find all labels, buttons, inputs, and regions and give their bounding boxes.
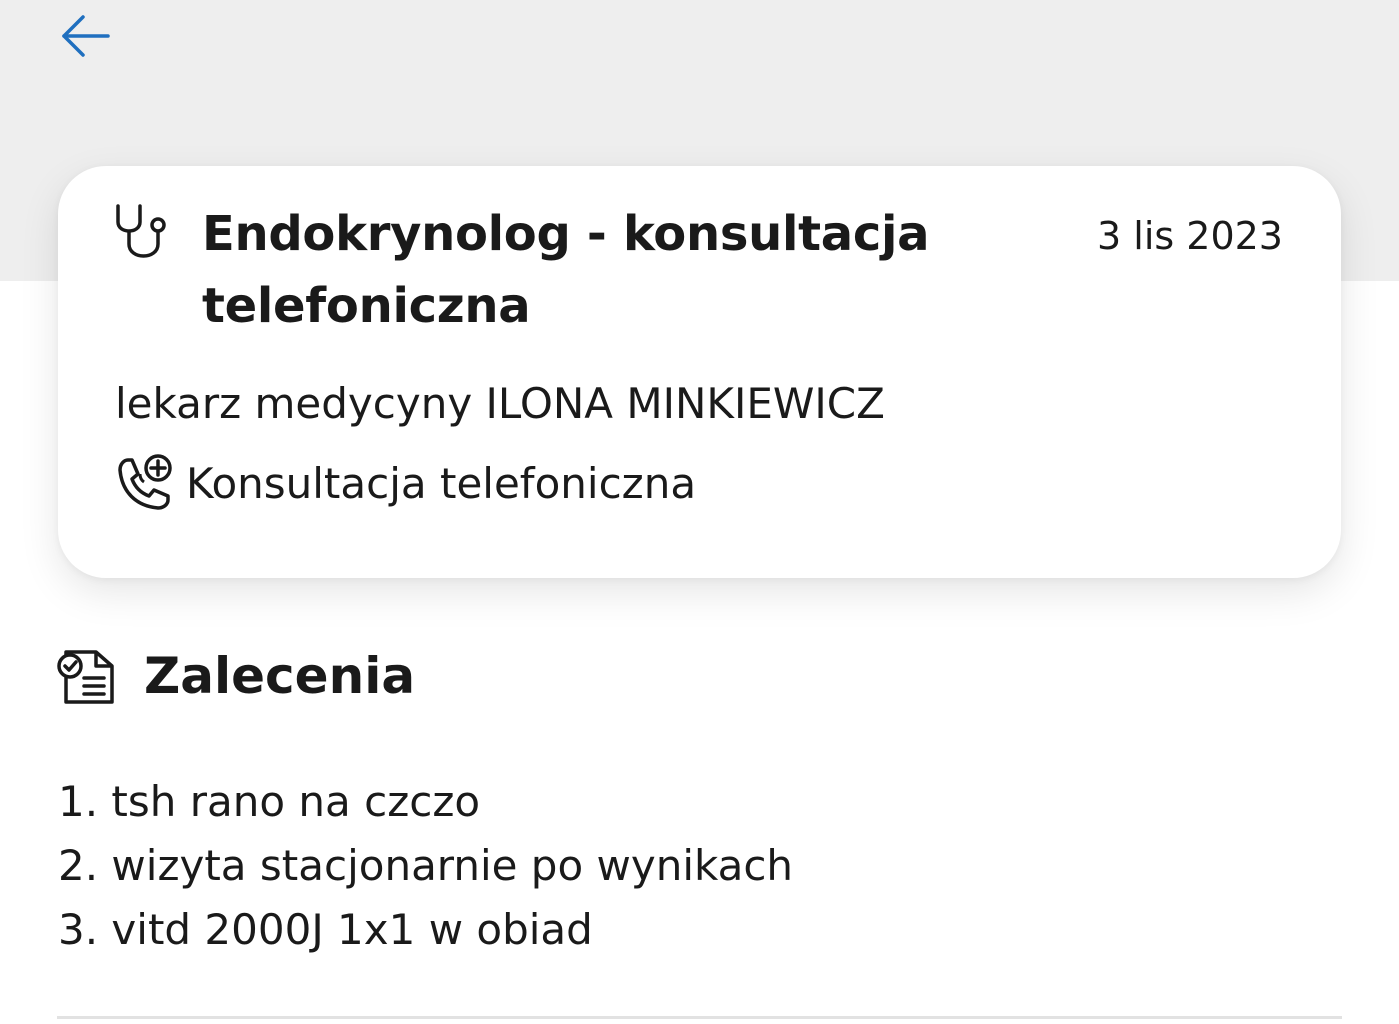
- list-item: 2. wizyta stacjonarnie po wynikach: [58, 841, 794, 890]
- visit-type: Konsultacja telefoniczna: [112, 452, 696, 516]
- visit-title: Endokrynolog - konsultacja telefoniczna: [202, 206, 930, 334]
- phone-plus-icon: [118, 454, 172, 510]
- stethoscope-icon: [116, 204, 166, 258]
- recommendations-list: 1. tsh rano na czczo 2. wizyta stacjonar…: [58, 770, 793, 962]
- list-item: 3. vitd 2000J 1x1 w obiad: [58, 905, 593, 954]
- doctor-name: lekarz medycyny ILONA MINKIEWICZ: [115, 379, 885, 428]
- recommendations-header: Zalecenia: [56, 640, 415, 712]
- visit-card[interactable]: Endokrynolog - konsultacja telefoniczna …: [58, 166, 1341, 578]
- document-check-icon: [57, 650, 114, 704]
- list-item: 1. tsh rano na czczo: [58, 777, 481, 826]
- visit-date: 3 lis 2023: [1097, 214, 1283, 258]
- back-button[interactable]: [56, 8, 116, 68]
- divider: [57, 1016, 1342, 1019]
- arrow-left-icon: [62, 15, 110, 57]
- visit-type-label: Konsultacja telefoniczna: [186, 459, 697, 508]
- recommendations-title: Zalecenia: [144, 647, 416, 705]
